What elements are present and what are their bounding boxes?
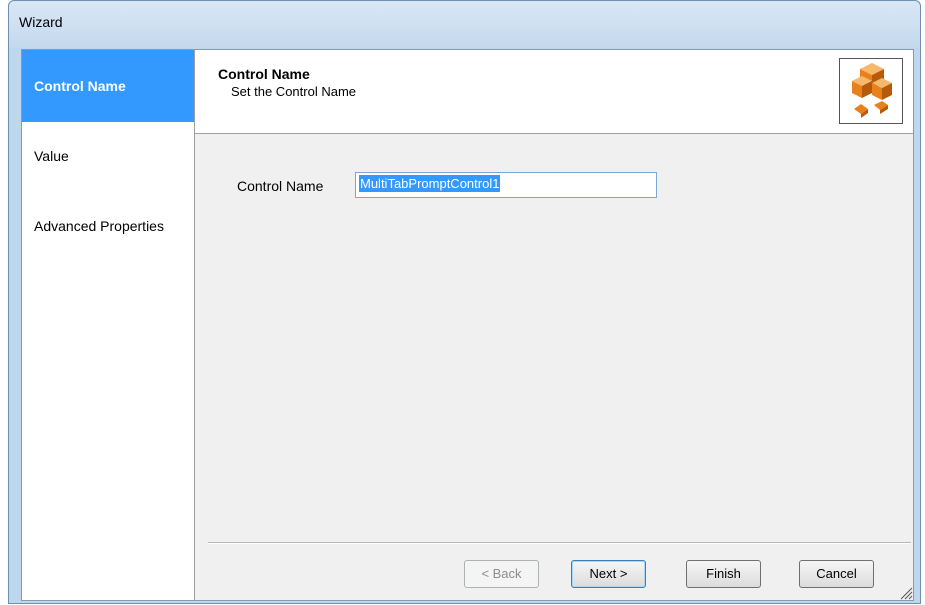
resize-grip-icon[interactable] [899,586,913,600]
control-name-input[interactable]: MultiTabPromptControl1 [355,172,657,198]
footer-separator [208,542,911,544]
step-label: Advanced Properties [34,218,164,234]
back-button[interactable]: < Back [464,560,539,588]
wizard-window: Wizard Control Name Value Advanced Prope… [8,0,921,604]
wizard-step-list: Control Name Value Advanced Properties [22,50,195,600]
page-title: Control Name [218,66,310,82]
finish-button[interactable]: Finish [686,560,761,588]
step-label: Control Name [34,78,126,94]
next-button[interactable]: Next > [571,560,646,588]
orange-cubes-icon [839,58,903,124]
step-label: Value [34,148,69,164]
step-advanced-properties[interactable]: Advanced Properties [22,218,194,290]
window-title: Wizard [19,14,63,30]
control-name-label: Control Name [237,178,324,194]
wizard-client-area: Control Name Value Advanced Properties C… [21,49,914,601]
page-header: Control Name Set the Control Name [195,50,913,134]
step-control-name[interactable]: Control Name [22,50,194,122]
step-value[interactable]: Value [22,148,194,220]
page-subtitle: Set the Control Name [231,84,357,99]
cancel-button[interactable]: Cancel [799,560,874,588]
control-name-value: MultiTabPromptControl1 [359,175,501,192]
title-bar[interactable]: Wizard [9,1,920,48]
